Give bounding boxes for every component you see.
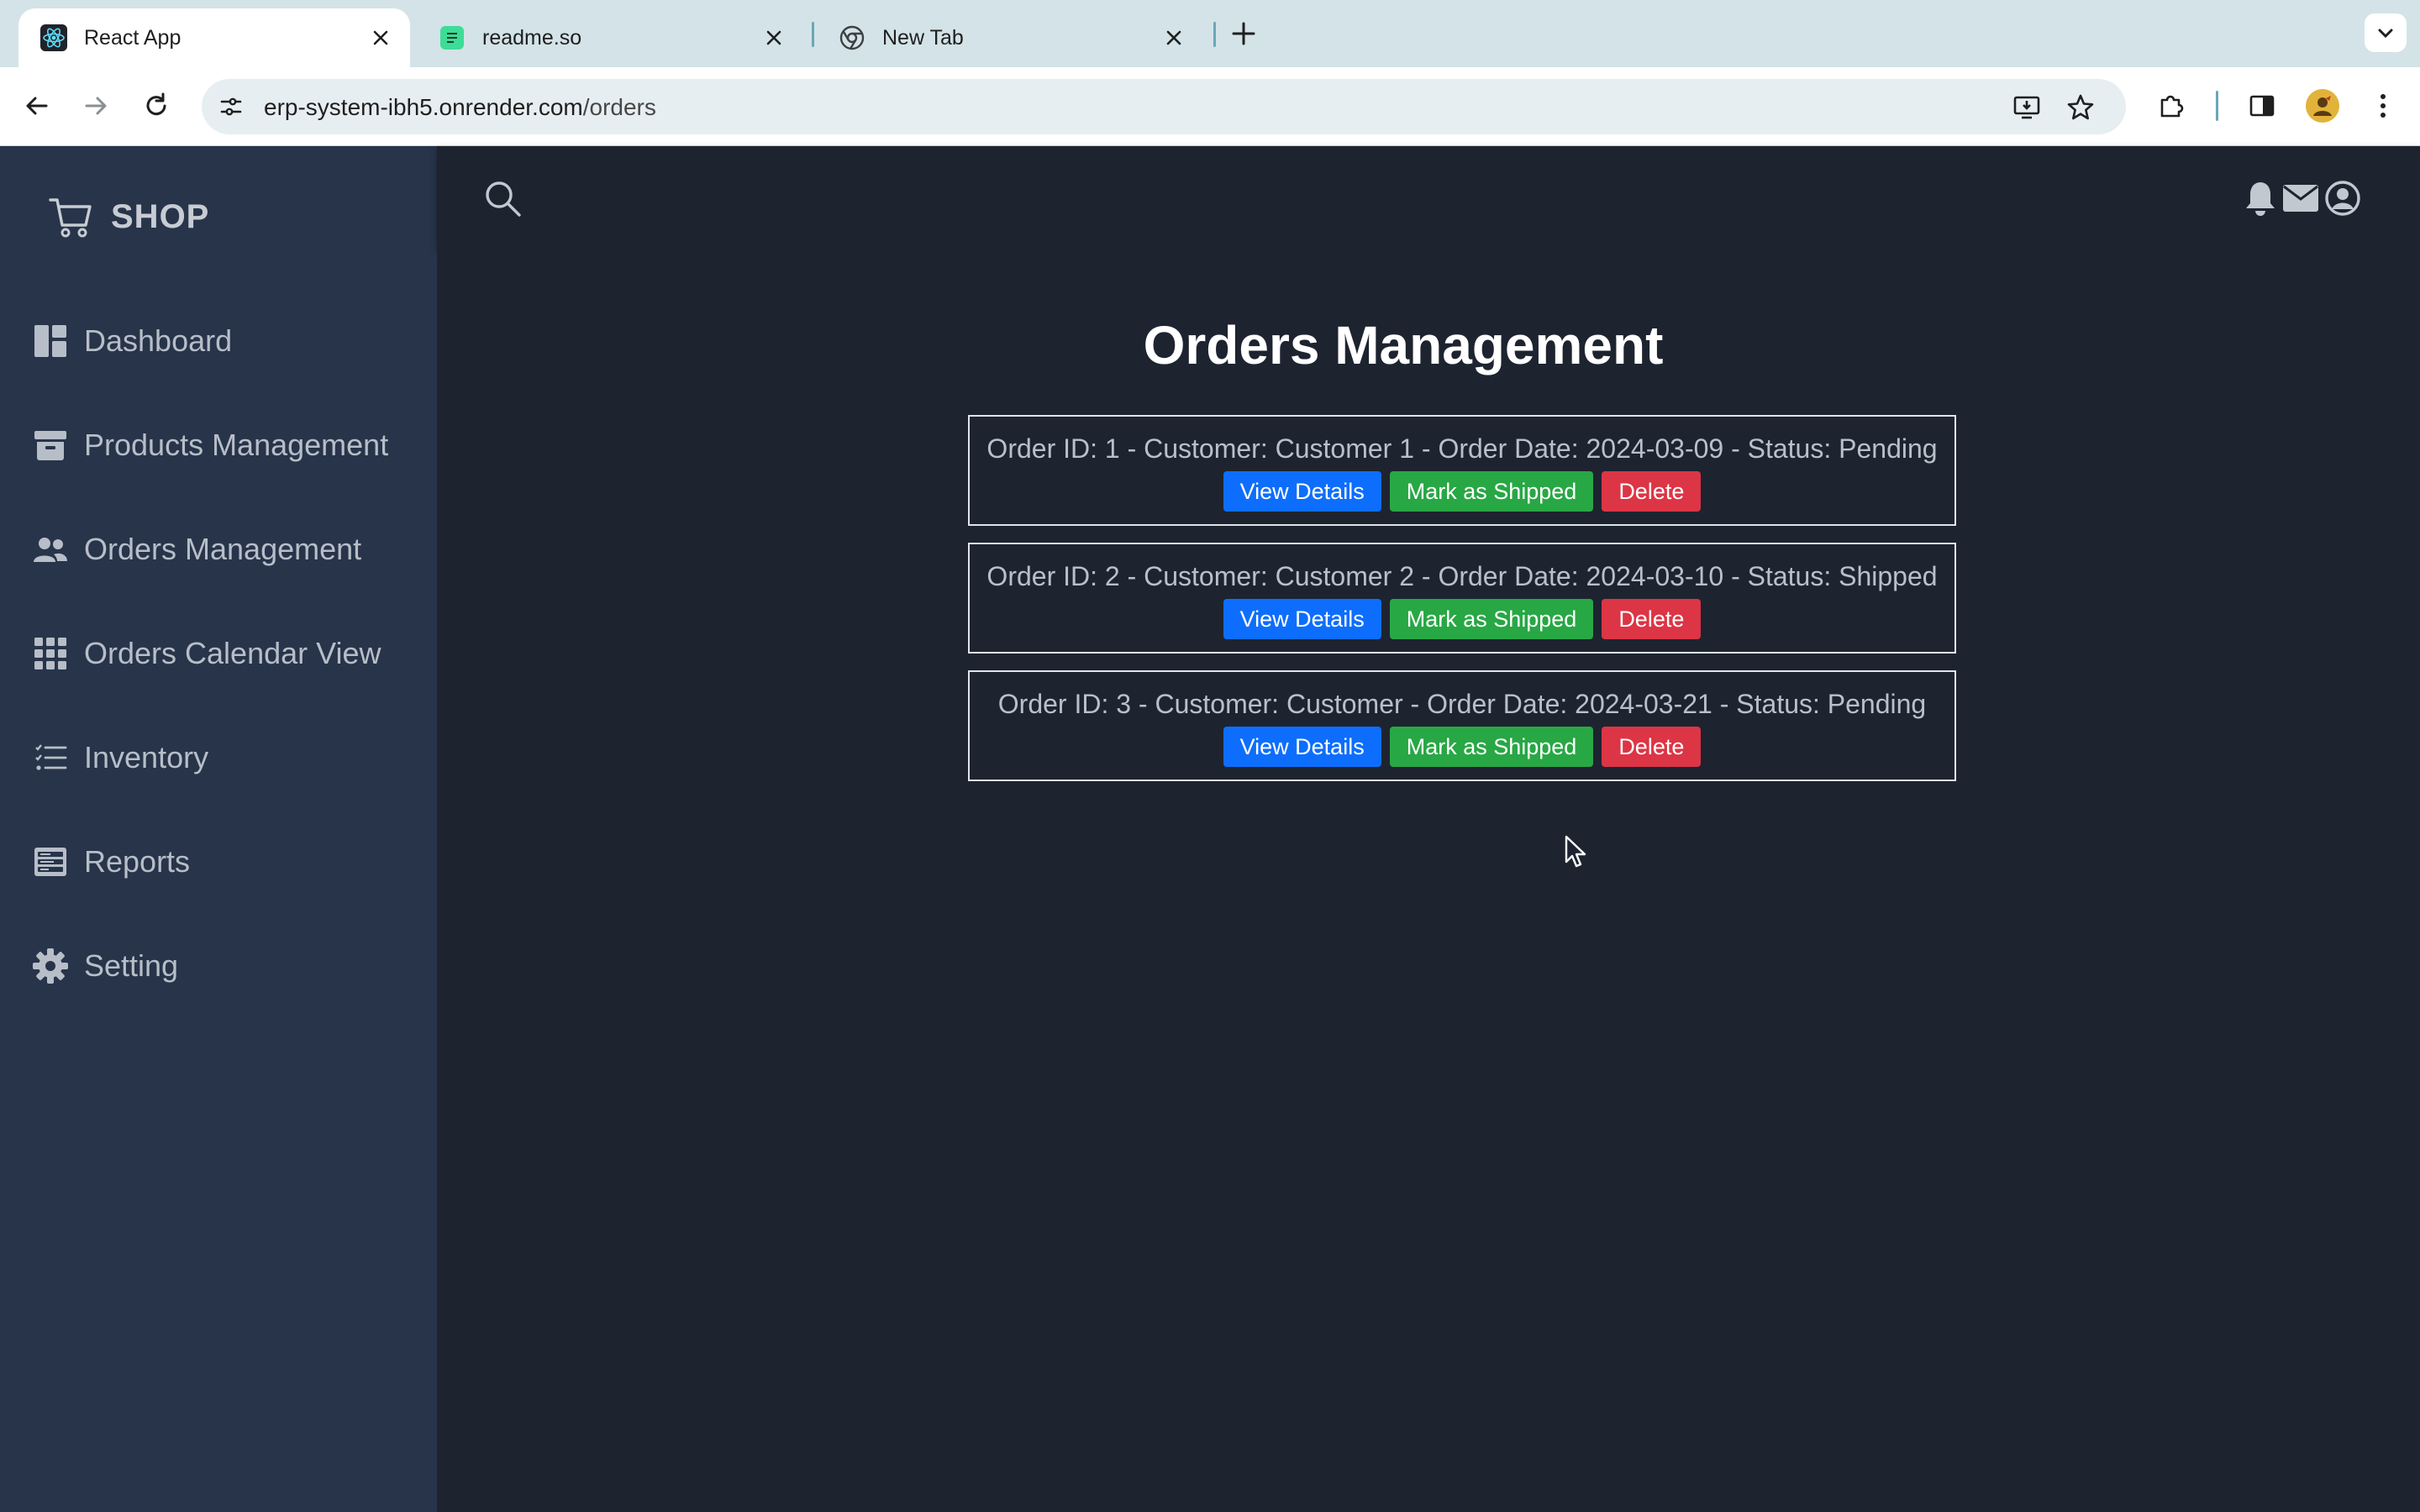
site-settings-icon[interactable] [217, 92, 245, 121]
sidebar-item-label: Dashboard [84, 323, 233, 358]
profile-avatar-icon[interactable] [2306, 89, 2339, 123]
browser-menu-icon[interactable] [2366, 89, 2400, 123]
order-info: Order ID: 3 - Customer: Customer - Order… [997, 689, 1927, 719]
tab-search-chevron-icon[interactable] [2365, 13, 2407, 52]
mark-as-shipped-button[interactable]: Mark as Shipped [1389, 599, 1594, 639]
toolbar-divider [2216, 91, 2218, 121]
grid-icon [32, 635, 69, 672]
tab-separator [1213, 22, 1216, 47]
sidebar-item-orders-management[interactable]: Orders Management [32, 520, 361, 579]
sidebar-item-dashboard[interactable]: Dashboard [32, 312, 232, 370]
address-bar[interactable]: erp-system-ibh5.onrender.com/orders [202, 79, 2126, 134]
view-details-button[interactable]: View Details [1223, 727, 1381, 767]
view-details-button[interactable]: View Details [1223, 471, 1381, 512]
tab-separator [812, 22, 814, 47]
gear-icon [32, 948, 69, 984]
close-tab-icon[interactable] [1163, 27, 1185, 49]
mark-as-shipped-button[interactable]: Mark as Shipped [1389, 471, 1594, 512]
mark-as-shipped-button[interactable]: Mark as Shipped [1389, 727, 1594, 767]
close-tab-icon[interactable] [763, 27, 785, 49]
user-circle-icon[interactable] [2324, 180, 2361, 217]
tab-new-tab[interactable]: New Tab [817, 8, 1203, 67]
mail-icon[interactable] [2282, 180, 2319, 217]
close-tab-icon[interactable] [370, 27, 392, 49]
shopping-cart-icon [47, 193, 94, 240]
back-arrow-icon[interactable] [20, 89, 54, 123]
list-icon [32, 739, 69, 776]
dashboard-icon [32, 323, 69, 360]
sidebar-item-reports[interactable]: Reports [32, 832, 190, 891]
sidebar-item-label: Products Management [84, 428, 389, 462]
order-card: Order ID: 1 - Customer: Customer 1 - Ord… [968, 415, 1956, 526]
bookmark-star-icon[interactable] [2065, 92, 2096, 123]
app-header [437, 146, 2420, 247]
order-card: Order ID: 3 - Customer: Customer - Order… [968, 670, 1956, 781]
browser-tab-bar: React App readme.so New Tab [0, 0, 2420, 67]
order-actions: View Details Mark as Shipped Delete [970, 471, 1954, 512]
tab-title: readme.so [482, 25, 582, 50]
delete-button[interactable]: Delete [1602, 599, 1702, 639]
mouse-pointer-icon [1565, 835, 1590, 869]
url-host: erp-system-ibh5.onrender.com [264, 94, 583, 120]
users-icon [32, 531, 69, 568]
search-icon[interactable] [482, 178, 523, 218]
sidebar-item-label: Orders Calendar View [84, 636, 381, 670]
sidebar-item-label: Setting [84, 948, 179, 983]
order-actions: View Details Mark as Shipped Delete [970, 599, 1954, 639]
sidebar-item-label: Orders Management [84, 532, 362, 566]
tab-title: React App [84, 25, 182, 50]
order-info: Order ID: 1 - Customer: Customer 1 - Ord… [986, 433, 1938, 464]
extensions-puzzle-icon[interactable] [2154, 89, 2188, 123]
readme-icon [439, 24, 466, 51]
bell-icon[interactable] [2242, 180, 2279, 217]
page-title: Orders Management [1143, 315, 1664, 375]
delete-button[interactable]: Delete [1602, 727, 1702, 767]
order-actions: View Details Mark as Shipped Delete [970, 727, 1954, 767]
sidebar-item-setting[interactable]: Setting [32, 937, 178, 995]
archive-icon [32, 427, 69, 464]
new-tab-plus-icon[interactable] [1228, 18, 1259, 49]
forward-arrow-icon[interactable] [79, 89, 113, 123]
reload-icon[interactable] [139, 89, 173, 123]
sidebar: SHOP Dashboard Products Management Order… [0, 146, 437, 1512]
delete-button[interactable]: Delete [1602, 471, 1702, 512]
reports-icon [32, 843, 69, 880]
install-app-icon[interactable] [2012, 92, 2042, 123]
url-text: erp-system-ibh5.onrender.com/orders [264, 94, 656, 121]
tab-readme[interactable]: readme.so [417, 8, 803, 67]
tab-react-app[interactable]: React App [18, 8, 410, 67]
chrome-icon [839, 24, 865, 51]
url-path: /orders [582, 94, 656, 120]
sidebar-item-orders-calendar-view[interactable]: Orders Calendar View [32, 624, 381, 683]
brand-logo[interactable]: SHOP [47, 193, 209, 240]
sidebar-item-label: Inventory [84, 740, 209, 774]
sidebar-item-label: Reports [84, 844, 191, 879]
browser-toolbar: erp-system-ibh5.onrender.com/orders [0, 67, 2420, 146]
side-panel-icon[interactable] [2245, 89, 2279, 123]
order-card: Order ID: 2 - Customer: Customer 2 - Ord… [968, 543, 1956, 654]
view-details-button[interactable]: View Details [1223, 599, 1381, 639]
sidebar-item-inventory[interactable]: Inventory [32, 728, 208, 787]
order-info: Order ID: 2 - Customer: Customer 2 - Ord… [986, 561, 1938, 591]
sidebar-item-products-management[interactable]: Products Management [32, 416, 388, 475]
tab-title: New Tab [882, 25, 964, 50]
brand-label: SHOP [111, 197, 210, 235]
react-icon [40, 24, 67, 51]
main-content: Orders Management Order ID: 1 - Customer… [437, 247, 2420, 1512]
